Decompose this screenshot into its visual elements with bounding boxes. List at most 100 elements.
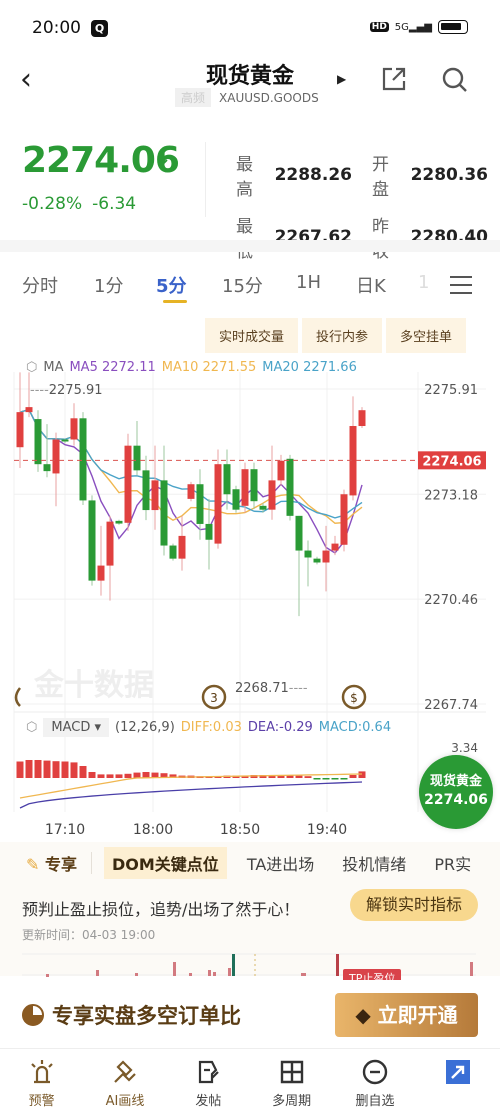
status-icons: HD 5G▂▄▆ [369,20,468,34]
tab-period[interactable]: 1H [296,272,356,298]
candle-body [124,445,132,523]
macd-bar [97,774,105,778]
stat-label: 开盘 [372,155,389,200]
pie-chart-icon [22,1004,44,1026]
candle-body [277,460,285,481]
svg-text:$: $ [350,691,358,705]
macd-bar [16,761,24,778]
candle-body [169,545,177,559]
macd-axis-label: 3.34 [451,741,478,755]
candlestick-chart[interactable]: 金十数据 2275.91 2273.18 2270.46 2267.74 2274.0… [0,350,500,840]
macd-bar [52,761,60,778]
macd-value: MACD:0.64 [318,720,392,735]
event-marker-3: 3 [201,684,227,710]
candle-body [70,418,78,440]
macd-bar [88,772,96,778]
candle-body [205,523,213,540]
tab-period[interactable]: 15分 [222,272,296,298]
stat-value: 2280.36 [410,165,488,185]
next-symbol-caret-icon[interactable]: ▶ [337,72,346,86]
app-notification-icon: Q [91,20,108,37]
x-tick-label: 18:50 [220,822,260,838]
high-marker: ----2275.91 [30,383,103,398]
candle-body [178,535,186,559]
candle-body [322,550,330,563]
tab-period-active[interactable]: 5分 [156,272,222,298]
indicator-select[interactable]: MACD ▾ [43,718,109,737]
alarm-icon [30,1060,53,1084]
search-icon[interactable] [441,66,469,94]
nav-remove-watchlist[interactable]: 删自选 [333,1052,416,1117]
candle-body [52,439,60,474]
candle-body [88,500,96,581]
tab-period[interactable]: 1 [418,272,429,298]
candle-body [331,543,339,551]
diamond-icon: ◆ [355,1003,371,1027]
stat-label: 昨收 [372,217,389,262]
pill-bank-insights[interactable]: 投行内参 [302,318,383,353]
tab-period[interactable]: 1分 [94,272,156,298]
candle-body [295,515,303,551]
macd-bar [124,773,132,778]
nav-multi-period[interactable]: 多周期 [250,1052,333,1117]
arrow-up-right-icon [446,1060,471,1084]
unlock-indicator-button[interactable]: 解锁实时指标 [350,889,478,921]
candle-body [97,565,105,581]
promo-text: 专享实盘多空订单比 [52,1004,241,1028]
candle-body [259,505,267,510]
candle-body [142,470,150,511]
watermark: 金十数据 [33,668,154,703]
tab-speculative-sentiment[interactable]: 投机情绪 [334,847,414,879]
symbol-code: XAUUSD.GOODS [219,90,319,105]
nav-alert[interactable]: 预警 [0,1052,83,1117]
candle-body [286,458,294,516]
dea-value: DEA:-0.29 [247,720,313,735]
nav-more[interactable] [417,1052,500,1117]
macd-bar [304,776,312,778]
candle-body [232,489,240,510]
macd-bar [70,762,78,778]
down-arrow-icon: ↓ [156,148,172,169]
tab-pr[interactable]: PR实 [426,847,479,879]
bubble-name: 现货黄金 [429,774,482,789]
dea-line [19,781,363,809]
candle-body [187,484,195,499]
macd-bar [106,774,114,778]
macd-legend: ⬡ MACD ▾ (12,26,9) DIFF:0.03 DEA:-0.29 M… [26,718,391,737]
feather-icon: ✎ [26,855,40,874]
candle-body [61,439,69,442]
activate-button[interactable]: ◆ 立即开通 [335,993,478,1037]
tab-dom-key-levels[interactable]: DOM关键点位 [104,847,227,879]
quote-bubble[interactable]: 现货黄金 2274.06 [419,755,493,829]
nav-post[interactable]: 发帖 [167,1052,250,1117]
macd-bar [358,771,366,778]
share-icon[interactable] [381,66,407,92]
page-title: 现货黄金 [205,64,294,89]
settings-hex-icon[interactable]: ⬡ [26,720,37,735]
draw-line-icon [114,1060,136,1083]
candle-body [223,464,231,495]
event-marker-dollar: $ [341,684,367,710]
post-icon [199,1060,220,1084]
period-tabs: 分时 1分 5分 15分 1H 日K 1 [22,272,429,298]
signal-icon: 5G▂▄▆ [394,21,432,33]
candle-body [250,469,258,502]
tab-period[interactable]: 分时 [22,272,94,298]
x-tick-label: 19:40 [307,822,347,838]
hd-icon: HD [369,22,389,32]
exclusive-label: ✎ 专享 [26,855,77,874]
change-value: -6.34 [92,194,137,214]
exclusive-tabs: ✎ 专享 DOM关键点位 TA进出场 投机情绪 PR实 [0,842,500,884]
pill-order-book[interactable]: 多空挂单 [386,318,467,353]
y-tick-label: 2275.91 [424,383,478,398]
candle-body [340,494,348,545]
macd-bar [313,778,321,780]
tab-period[interactable]: 日K [356,272,418,298]
candle-body [43,464,51,472]
bottom-nav: 预警 AI画线 发帖 多周期 删自选 [0,1052,500,1117]
tab-ta-entry-exit[interactable]: TA进出场 [239,847,322,879]
y-tick-label: 2270.46 [424,593,478,608]
pill-realtime-volume[interactable]: 实时成交量 [205,318,299,353]
nav-ai-draw[interactable]: AI画线 [83,1052,166,1117]
menu-icon[interactable] [450,276,472,294]
